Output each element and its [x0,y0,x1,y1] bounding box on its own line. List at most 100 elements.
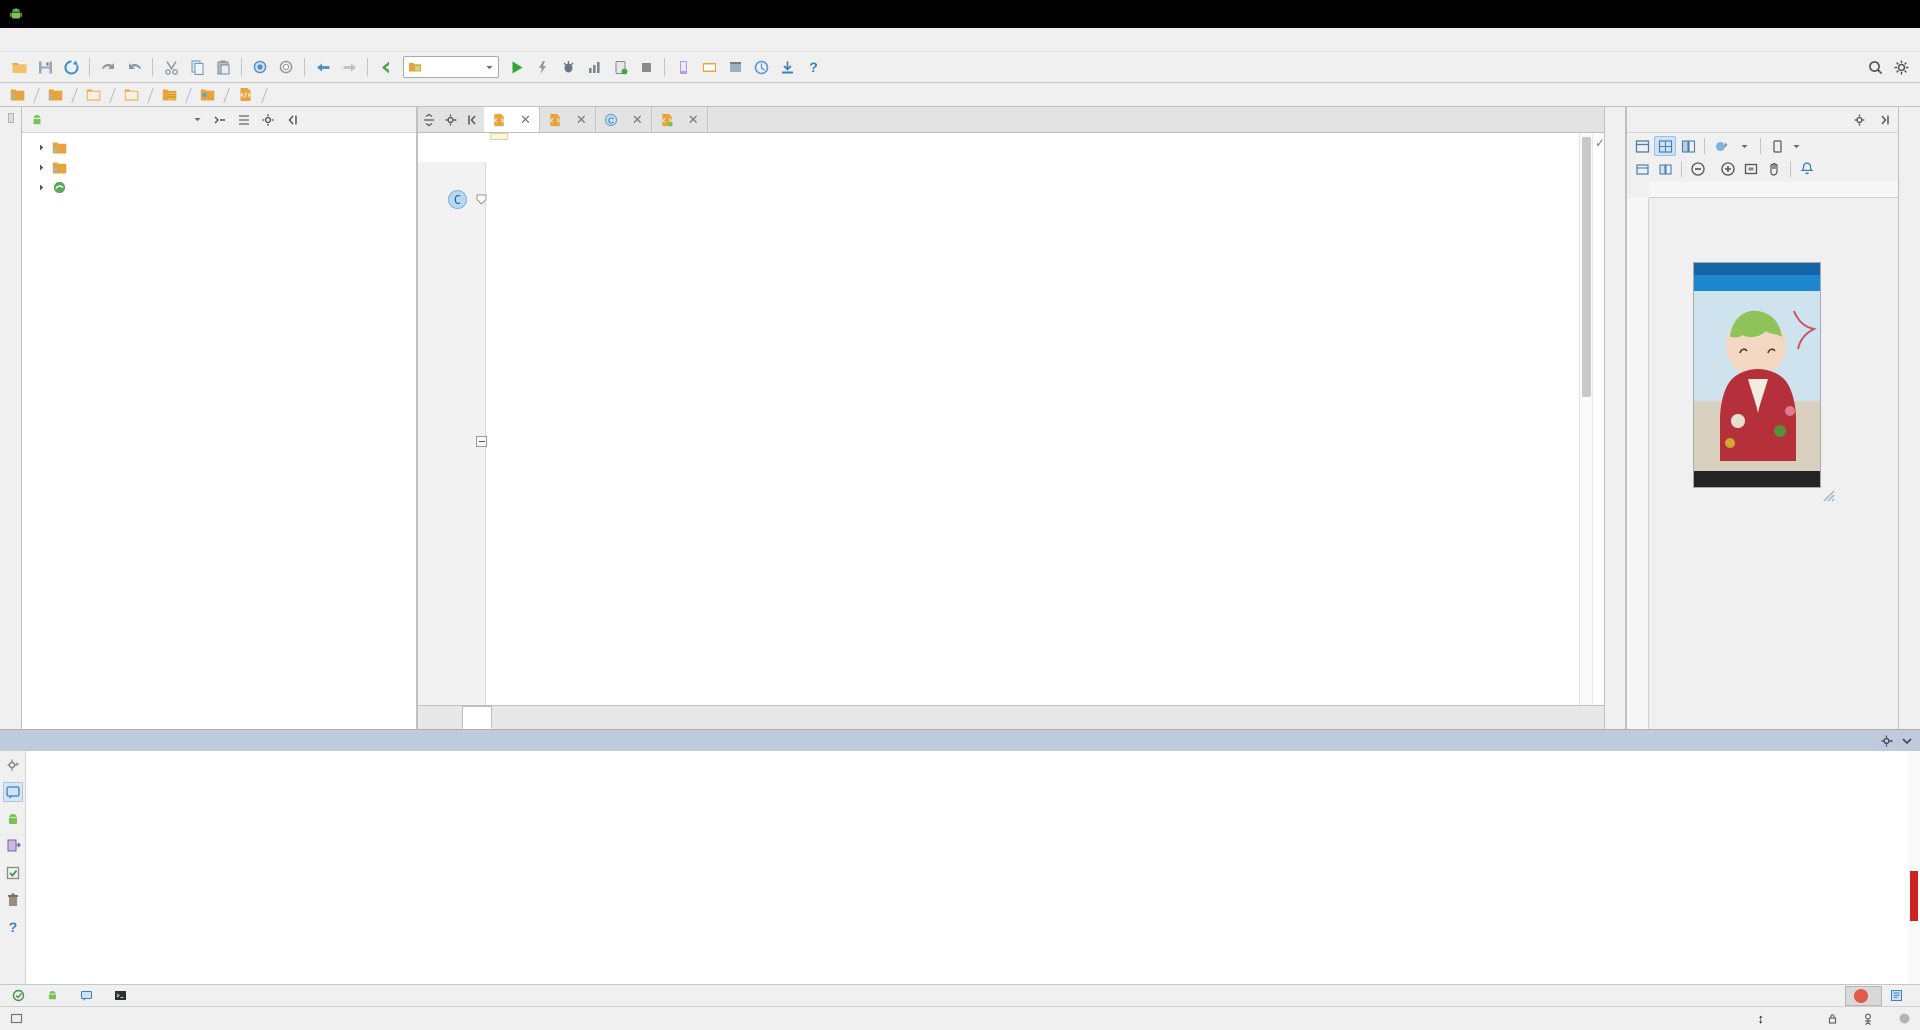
memory-indicator-icon[interactable] [1896,1011,1912,1027]
paste-icon[interactable] [211,55,235,79]
event-log-scrollbar[interactable] [1908,751,1920,984]
breadcrumb-item-file[interactable] [234,85,262,105]
stop-icon[interactable] [634,55,658,79]
menu-file[interactable] [6,37,24,43]
profiler-icon[interactable] [582,55,606,79]
hector-icon[interactable] [1860,1011,1876,1027]
hide-panel-icon[interactable] [462,107,484,132]
sidebar-item-android-model[interactable] [1908,721,1912,729]
bottom-item-terminal[interactable] [106,987,140,1004]
copy-icon[interactable] [185,55,209,79]
split-icon[interactable] [418,107,440,132]
device-selector[interactable] [1766,137,1806,156]
search-everywhere-icon[interactable] [1863,55,1887,79]
close-icon[interactable]: ✕ [688,112,699,128]
menu-navigate[interactable] [60,37,78,43]
open-folder-icon[interactable] [7,55,31,79]
settings-icon[interactable] [1889,55,1913,79]
menu-vcs[interactable] [186,37,204,43]
zoom-fit-icon[interactable] [1740,159,1762,179]
help-icon[interactable]: ? [801,55,825,79]
event-log-list[interactable] [26,751,1908,984]
export-icon[interactable] [3,836,23,856]
close-button[interactable] [1874,0,1920,28]
blueprint-icon[interactable] [1677,136,1699,156]
breadcrumb-item-module[interactable] [44,85,72,105]
chevron-right-icon[interactable] [34,183,48,192]
tree-node-gradle-scripts[interactable] [22,177,416,197]
chevron-right-icon[interactable] [34,163,48,172]
help-icon[interactable]: ? [3,917,23,937]
menu-run[interactable] [150,37,168,43]
check-icon[interactable] [3,863,23,883]
tab-text[interactable] [462,706,492,729]
tree-node-xmllayout[interactable] [22,157,416,177]
breadcrumb-item-res[interactable] [158,85,186,105]
sdk-manager-icon[interactable] [671,55,695,79]
delete-icon[interactable] [3,890,23,910]
close-icon[interactable]: ✕ [576,112,587,128]
line-separator[interactable]: ↕ [1758,1011,1765,1026]
menu-tools[interactable] [168,37,186,43]
layout-variants-icon[interactable] [1631,136,1653,156]
close-icon[interactable]: ✕ [632,112,643,128]
breadcrumb-item-main[interactable] [120,85,148,105]
line-number-gutter[interactable]: C [418,162,487,705]
replace-icon[interactable] [274,55,298,79]
menu-analyze[interactable] [96,37,114,43]
expand-all-icon[interactable] [234,110,254,130]
redo-icon[interactable] [122,55,146,79]
bottom-item-messages[interactable] [72,987,106,1004]
layout-inspector-icon[interactable] [697,55,721,79]
zoom-in-icon[interactable] [1717,159,1739,179]
pan-icon[interactable] [1763,159,1785,179]
breadcrumb-item-src[interactable] [82,85,110,105]
tab-strings-xml[interactable]: ✕ [539,107,596,132]
menu-view[interactable] [42,37,60,43]
notifications-icon[interactable] [1796,159,1818,179]
device-preview[interactable] [1693,262,1821,488]
layout-grid-icon[interactable] [1654,136,1676,156]
project-scope-selector[interactable] [26,110,206,130]
debug-icon[interactable] [530,55,554,79]
save-all-icon[interactable] [33,55,57,79]
tab-activity-main-xml[interactable]: ✕ [484,107,540,132]
lock-icon[interactable] [1824,1011,1840,1027]
chevron-right-icon[interactable] [34,143,48,152]
forward-icon[interactable] [337,55,361,79]
error-stripe-marker[interactable]: ✓ [1592,133,1605,705]
menu-help[interactable] [222,37,240,43]
breadcrumb-item-layout[interactable] [196,85,224,105]
code-text[interactable] [486,162,1579,705]
menu-edit[interactable] [24,37,42,43]
message-icon[interactable] [2,782,23,802]
bottom-item-android-monitor[interactable] [38,987,72,1004]
collapse-all-icon[interactable] [210,110,230,130]
scrollbar-thumb[interactable] [1582,137,1591,397]
hide-panel-icon[interactable] [1900,734,1914,748]
avd-icon[interactable] [775,55,799,79]
project-tree[interactable] [22,133,416,729]
undo-icon[interactable] [96,55,120,79]
find-icon[interactable] [248,55,272,79]
scrollbar-thumb[interactable] [1910,871,1918,921]
maximize-button[interactable] [1828,0,1874,28]
compile-icon[interactable] [374,55,398,79]
status-message-icon[interactable] [8,1011,24,1027]
chevron-down-icon[interactable] [1733,136,1755,156]
tab-androidmanifest-xml[interactable]: ✕ [651,107,708,132]
menu-window[interactable] [204,37,222,43]
sdk-tools-icon[interactable] [723,55,747,79]
close-icon[interactable]: ✕ [520,112,531,128]
zoom-out-icon[interactable] [1687,159,1709,179]
language-icon[interactable] [1654,159,1676,179]
code-editor[interactable]: C [418,133,1579,705]
sidebar-item-structure[interactable] [9,127,13,135]
breadcrumb-item-project[interactable] [6,85,34,105]
bottom-item-event-log[interactable] [1845,985,1882,1006]
preview-resize-grip[interactable] [1823,490,1835,502]
minimize-button[interactable] [1782,0,1828,28]
avd-manager-icon[interactable] [608,55,632,79]
tree-node-app[interactable] [22,137,416,157]
bottom-item-todo[interactable] [4,987,38,1004]
